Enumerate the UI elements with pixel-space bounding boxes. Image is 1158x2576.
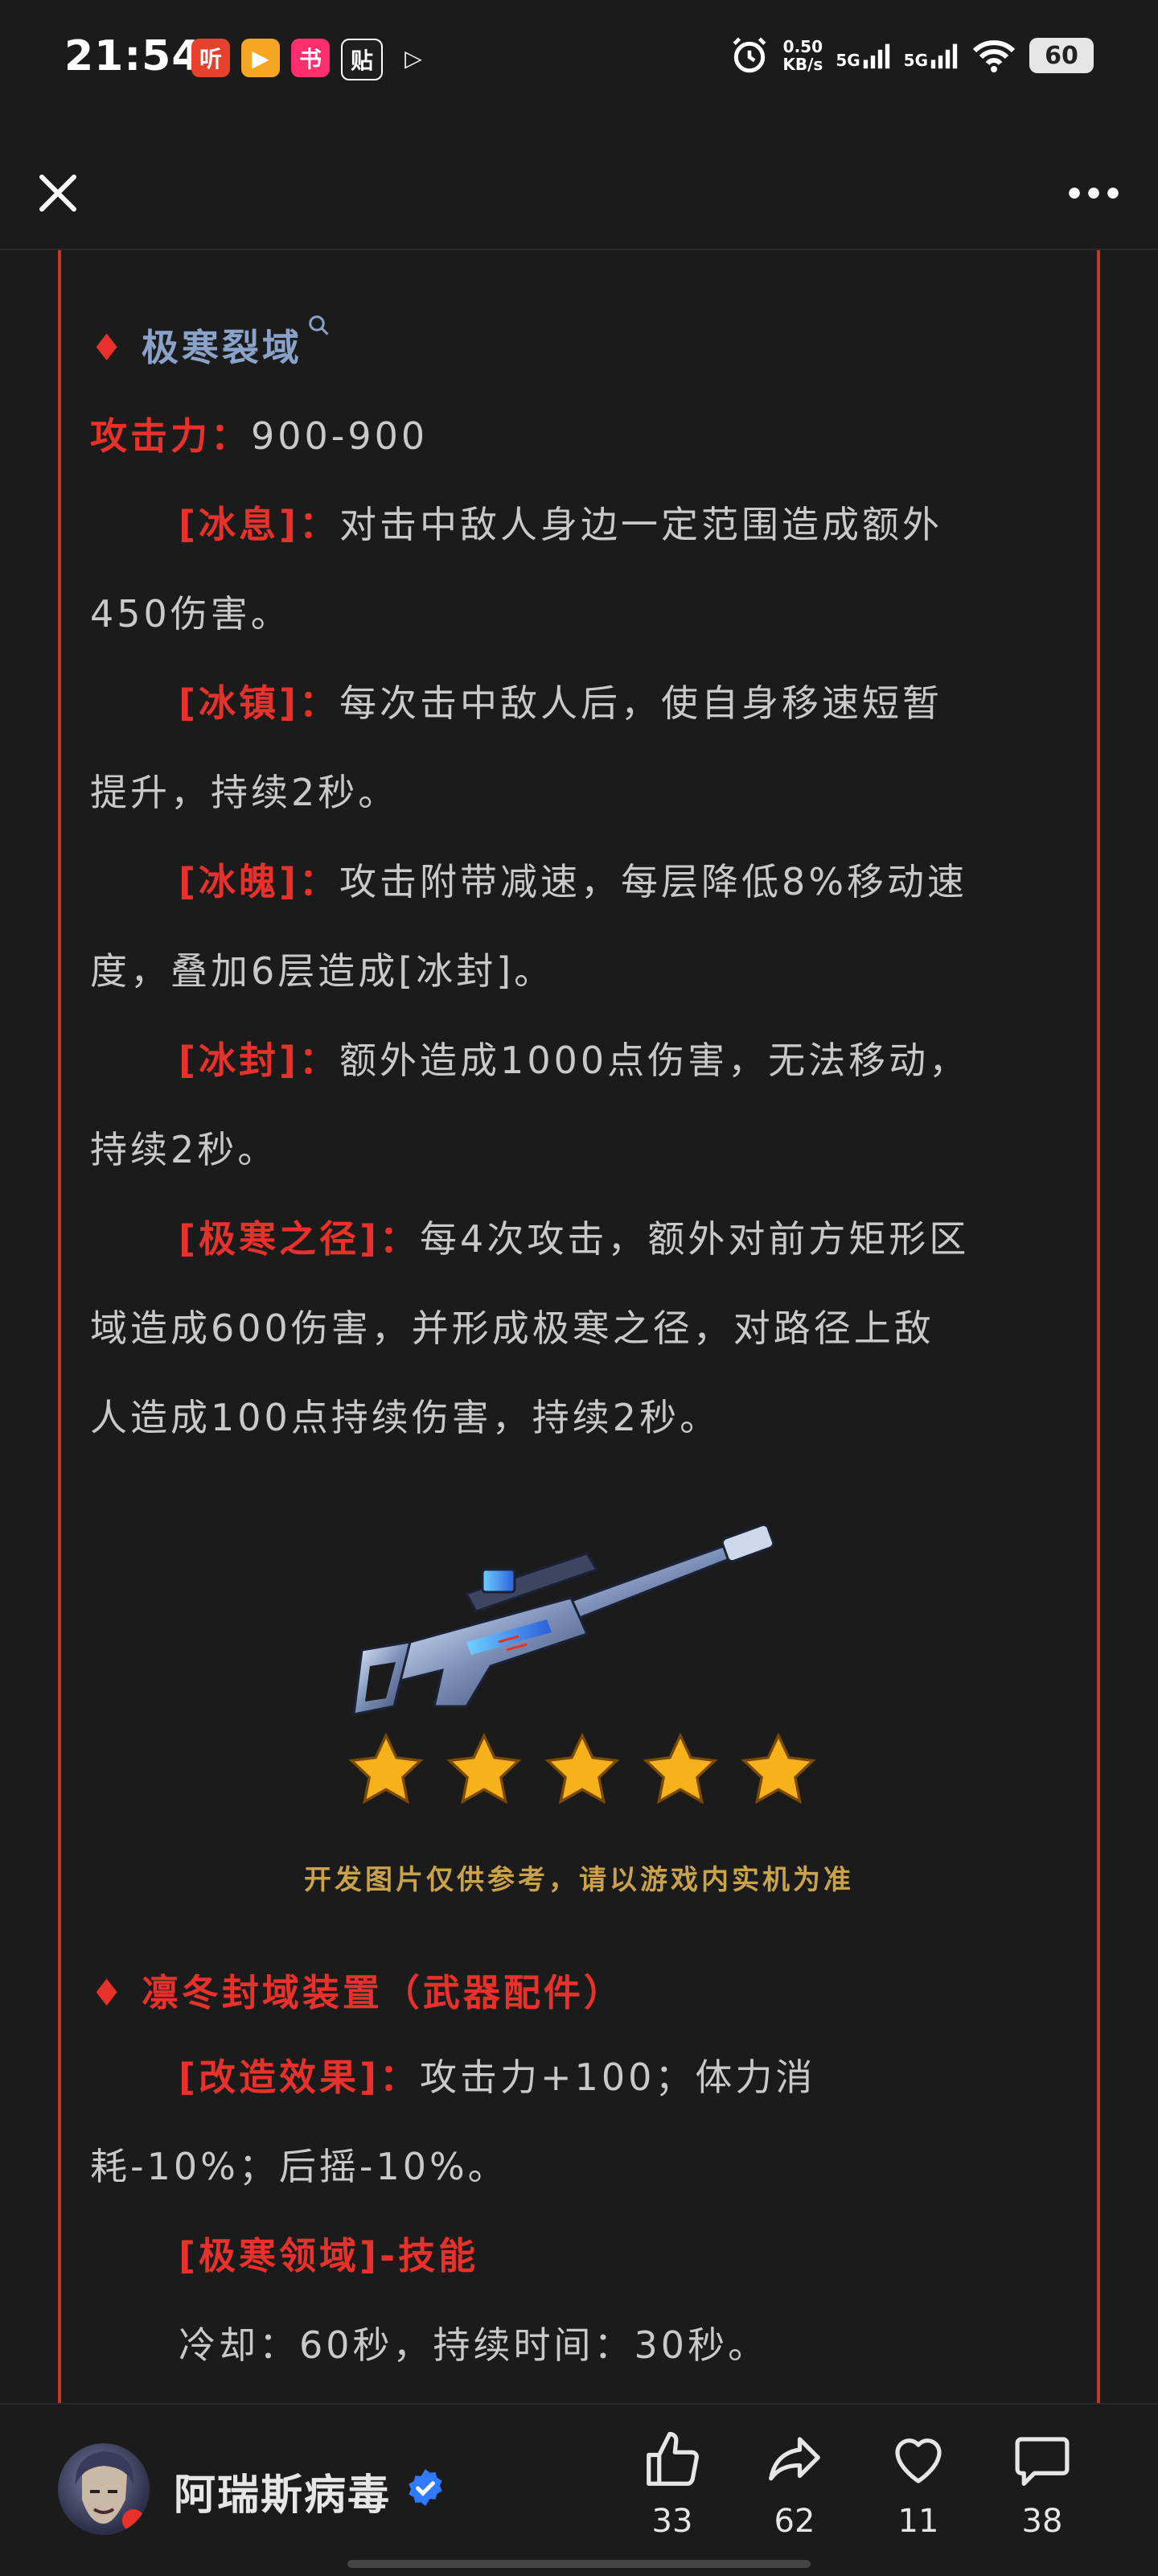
signal-1: 5G: [836, 41, 890, 70]
home-indicator[interactable]: [347, 2560, 811, 2568]
share-arrow-icon: [769, 2437, 820, 2481]
star-icon: [446, 1732, 522, 1804]
star-icon: [348, 1732, 424, 1804]
network-speed: 0.50 KB/s: [782, 37, 823, 74]
video-app-icon: ▶: [241, 39, 280, 77]
star-icon: [643, 1732, 718, 1804]
mod-effect-label: [改造效果]：: [179, 2055, 421, 2099]
share-count: 62: [774, 2503, 815, 2540]
attack-row: 攻击力：900-900: [90, 407, 428, 460]
close-icon[interactable]: [32, 167, 84, 219]
mod-effect-line: [改造效果]：攻击力+100；体力消: [179, 2048, 815, 2101]
section-title-weapon: ♦ 极寒裂域: [90, 315, 331, 372]
skill-desc-cont: 450伤害。: [90, 592, 291, 636]
skill-name: [冰封]：: [179, 1039, 340, 1082]
comment-bubble-icon: [1015, 2437, 1070, 2486]
skill-line: [冰封]：额外造成1000点伤害，无法移动，: [179, 1031, 969, 1084]
skill-name: [冰魄]：: [179, 860, 340, 903]
skill-name: [冰镇]：: [179, 681, 340, 725]
favorite-count: 11: [897, 2503, 939, 2540]
skill-desc: 攻击附带减速，每层降低8%移动速: [339, 860, 968, 903]
skill-line: [冰魄]：攻击附带减速，每层降低8%移动速: [179, 853, 967, 906]
like-count: 33: [651, 2503, 693, 2540]
image-caption: 开发图片仅供参考，请以游戏内实机为准: [304, 1864, 854, 1896]
section-title-attachment: ♦ 凛冬封域装置（武器配件）: [90, 1964, 624, 2017]
skill-desc-cont: 度，叠加6层造成[冰封]。: [90, 949, 555, 993]
frame-border-left: [58, 250, 61, 2403]
heart-icon: [895, 2438, 942, 2483]
status-time: 21:54: [64, 32, 202, 80]
favorite-button[interactable]: 11: [870, 2429, 967, 2540]
star-icon: [544, 1732, 620, 1804]
skill-desc: 额外造成1000点伤害，无法移动，: [339, 1039, 970, 1082]
skill-cooldown: 冷却：60秒，持续时间：30秒。: [179, 2323, 769, 2367]
diamond-bullet-icon: ♦: [90, 326, 142, 369]
status-bar: 21:54 听 ▶ 书 贴 ▷ 0.50 KB/s 5G 5G 60: [0, 0, 1158, 121]
author-name[interactable]: 阿瑞斯病毒: [174, 2461, 391, 2521]
attack-label: 攻击力：: [90, 414, 251, 458]
author-avatar[interactable]: [58, 2443, 150, 2535]
status-indicators: 0.50 KB/s 5G 5G 60: [729, 35, 1094, 76]
bottom-bar: 阿瑞斯病毒 33 62 11 38: [0, 2403, 1158, 2576]
share-button[interactable]: 62: [746, 2429, 843, 2540]
play-app-icon: ▷: [404, 44, 422, 72]
signal-bars-icon: [930, 43, 958, 69]
signal-2: 5G: [904, 41, 959, 70]
avatar-portrait-icon: [75, 2451, 145, 2532]
skill-name: [极寒之径]：: [179, 1217, 421, 1261]
skill-title: [极寒领域]-技能: [179, 2234, 479, 2278]
skill-desc-cont: 持续2秒。: [90, 1128, 278, 1171]
top-nav: [0, 153, 1158, 249]
verified-badge-icon: [409, 2469, 442, 2506]
like-button[interactable]: 33: [624, 2429, 721, 2540]
star-icon: [741, 1732, 816, 1804]
attachment-title: 凛冬封域装置（武器配件）: [141, 1971, 624, 2014]
frame-border-right: [1097, 250, 1100, 2403]
skill-name: [冰息]：: [179, 503, 340, 546]
skill-line: [冰镇]：每次击中敌人后，使自身移速短暂: [179, 674, 942, 727]
skill-desc: 每次击中敌人后，使自身移速短暂: [339, 681, 943, 725]
signal-bars-icon: [863, 43, 889, 69]
notification-app-icons: 听 ▶ 书 贴 ▷: [191, 39, 433, 80]
wifi-icon: [972, 40, 1016, 72]
ting-app-icon: 听: [191, 39, 230, 77]
skill-desc: 对击中敌人身边一定范围造成额外: [339, 503, 943, 546]
attack-value: 900-900: [251, 414, 429, 458]
skill-desc-cont: 域造成600伤害，并形成极寒之径，对路径上敌: [90, 1307, 934, 1350]
skill-line: [冰息]：对击中敌人身边一定范围造成额外: [179, 496, 942, 549]
book-app-icon: 书: [291, 39, 330, 77]
alarm-icon: [733, 37, 766, 73]
tieba-app-icon: 贴: [341, 39, 383, 80]
skill-desc-cont: 提升，持续2秒。: [90, 771, 399, 814]
search-icon[interactable]: [307, 314, 331, 338]
diamond-bullet-icon: ♦: [90, 1971, 142, 2014]
sniper-rifle-image[interactable]: [346, 1521, 796, 1730]
mod-effect-desc: 攻击力+100；体力消: [420, 2055, 816, 2099]
rarity-stars: [346, 1730, 819, 1811]
mod-effect-cont: 耗-10%；后摇-10%。: [90, 2145, 508, 2188]
skill-desc-cont: 人造成100点持续伤害，持续2秒。: [90, 1396, 721, 1439]
comment-button[interactable]: 38: [994, 2429, 1090, 2540]
thumbs-up-icon: [647, 2431, 699, 2486]
article-body[interactable]: ♦ 极寒裂域 攻击力：900-900 [冰息]：对击中敌人身边一定范围造成额外 …: [0, 250, 1158, 2403]
more-options-icon[interactable]: [1062, 167, 1126, 219]
battery-indicator: 60: [1029, 38, 1094, 73]
skill-desc: 每4次攻击，额外对前方矩形区: [420, 1217, 970, 1261]
comment-count: 38: [1021, 2503, 1063, 2540]
skill-line: [极寒之径]：每4次攻击，额外对前方矩形区: [179, 1210, 969, 1263]
weapon-name-link[interactable]: 极寒裂域: [142, 326, 302, 369]
